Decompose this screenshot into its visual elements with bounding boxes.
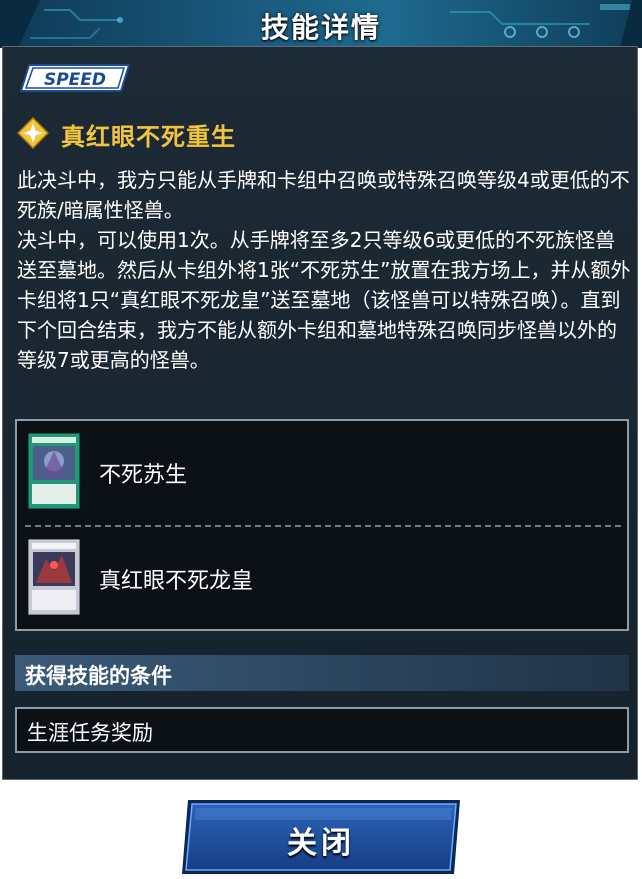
diamond-sparkle-icon bbox=[17, 117, 49, 149]
condition-box: 生涯任务奖励 bbox=[15, 707, 629, 753]
skill-detail-dialog: 技能详情 SPEED 真红眼不死重生 此决斗中，我方只能从手牌和卡组中召唤或特殊… bbox=[0, 0, 642, 879]
condition-header-label: 获得技能的条件 bbox=[25, 664, 172, 688]
close-button[interactable]: 关闭 bbox=[178, 798, 464, 876]
dialog-header: 技能详情 bbox=[0, 0, 642, 48]
speed-badge-icon: SPEED bbox=[19, 64, 131, 92]
monster-card-thumbnail[interactable] bbox=[28, 539, 80, 615]
card-name: 真红眼不死龙皇 bbox=[99, 569, 254, 594]
card-name: 不死苏生 bbox=[99, 463, 188, 488]
related-cards-list: 不死苏生 真红眼不死龙皇 bbox=[15, 419, 629, 631]
condition-value: 生涯任务奖励 bbox=[27, 721, 153, 745]
svg-text:SPEED: SPEED bbox=[44, 70, 106, 90]
card-row[interactable]: 不死苏生 bbox=[17, 421, 627, 525]
skill-description: 此决斗中，我方只能从手牌和卡组中召唤或特殊召唤等级4或更低的不死族/暗属性怪兽。… bbox=[17, 168, 631, 372]
card-row[interactable]: 真红眼不死龙皇 bbox=[17, 527, 627, 631]
skill-detail-panel: SPEED 真红眼不死重生 此决斗中，我方只能从手牌和卡组中召唤或特殊召唤等级4… bbox=[2, 46, 638, 780]
condition-section-header: 获得技能的条件 bbox=[15, 655, 629, 691]
spell-card-thumbnail[interactable] bbox=[28, 433, 80, 509]
close-button-label: 关闭 bbox=[287, 826, 355, 861]
skill-name: 真红眼不死重生 bbox=[61, 123, 236, 151]
dialog-title: 技能详情 bbox=[260, 11, 381, 44]
